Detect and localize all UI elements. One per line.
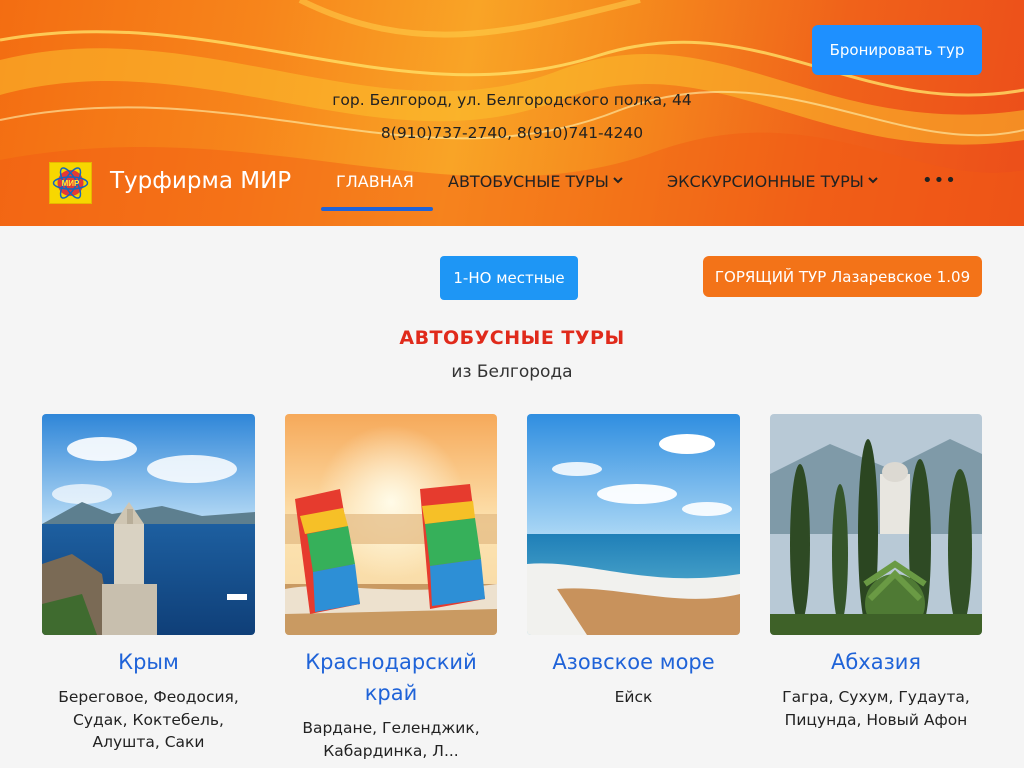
- nav-bus-tours[interactable]: АВТОБУСНЫЕ ТУРЫ: [448, 172, 623, 191]
- book-tour-button[interactable]: Бронировать тур: [812, 25, 982, 75]
- card-description: Вардане, Геленджик, Кабардинка, Л...: [302, 719, 480, 760]
- krasnodar-image[interactable]: [285, 414, 497, 635]
- nav-home[interactable]: ГЛАВНАЯ: [336, 172, 414, 191]
- more-menu-icon[interactable]: •••: [922, 170, 957, 191]
- nav-bus-tours-label: АВТОБУСНЫЕ ТУРЫ: [448, 172, 609, 191]
- azov-image[interactable]: [527, 414, 740, 635]
- card-title[interactable]: Азовское море: [527, 647, 740, 678]
- chevron-down-icon: [613, 176, 623, 187]
- card-description: Гагра, Сухум, Гудаута, Пицунда, Новый Аф…: [782, 688, 970, 729]
- abkhazia-image[interactable]: [770, 414, 982, 635]
- logo-text: МИР: [62, 179, 80, 188]
- section-title: АВТОБУСНЫЕ ТУРЫ: [399, 327, 625, 349]
- card-description: Береговое, Феодосия, Судак, Коктебель, А…: [58, 688, 239, 751]
- tour-card-crimea: Крым Береговое, Феодосия, Судак, Коктебе…: [42, 414, 255, 754]
- logo-icon[interactable]: МИР: [49, 162, 92, 204]
- tour-card-azov: Азовское море Ейск: [527, 414, 740, 709]
- card-description: Ейск: [614, 688, 653, 706]
- address-text: гор. Белгород, ул. Белгородского полка, …: [332, 91, 692, 109]
- crimea-image[interactable]: [42, 414, 255, 635]
- hot-tour-button[interactable]: ГОРЯЩИЙ ТУР Лазаревское 1.09: [703, 256, 982, 297]
- site-header: Бронировать тур гор. Белгород, ул. Белго…: [0, 0, 1024, 226]
- phone-numbers: 8(910)737-2740, 8(910)741-4240: [380, 124, 644, 142]
- nav-active-indicator: [321, 207, 433, 211]
- nav-home-label: ГЛАВНАЯ: [336, 172, 414, 191]
- card-title[interactable]: Крым: [42, 647, 255, 678]
- tour-card-krasnodar: Краснодарский край Вардане, Геленджик, К…: [285, 414, 497, 762]
- chevron-down-icon: [868, 176, 878, 187]
- brand-name[interactable]: Турфирма МИР: [110, 168, 291, 194]
- card-title[interactable]: Краснодарский край: [285, 647, 497, 709]
- card-title[interactable]: Абхазия: [770, 647, 982, 678]
- nav-excursion-tours-label: ЭКСКУРСИОННЫЕ ТУРЫ: [667, 172, 864, 191]
- tour-card-abkhazia: Абхазия Гагра, Сухум, Гудаута, Пицунда, …: [770, 414, 982, 731]
- section-subtitle: из Белгорода: [451, 362, 573, 382]
- nav-excursion-tours[interactable]: ЭКСКУРСИОННЫЕ ТУРЫ: [667, 172, 878, 191]
- one-day-tours-button[interactable]: 1-НО местные: [440, 256, 578, 300]
